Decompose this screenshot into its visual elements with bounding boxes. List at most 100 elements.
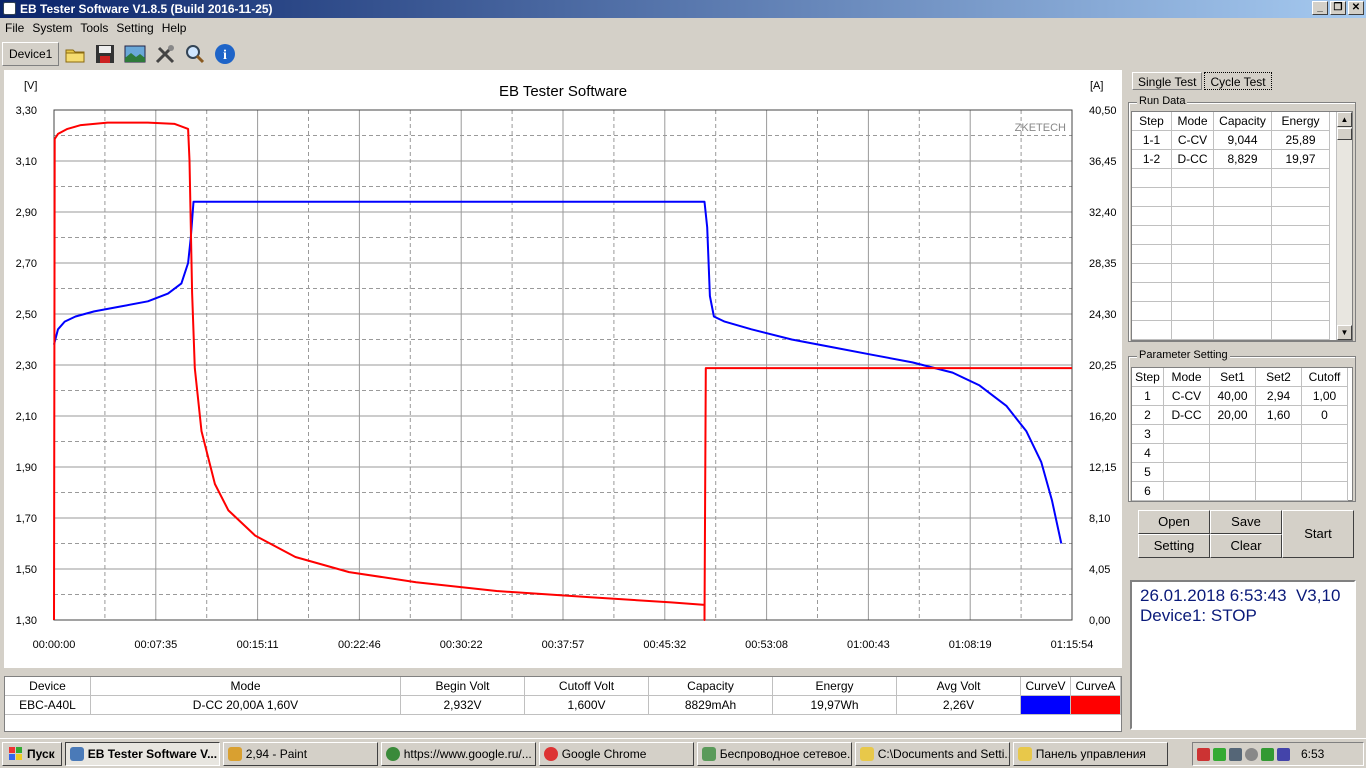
zoom-button[interactable] bbox=[181, 41, 209, 67]
parameter-cell[interactable] bbox=[1256, 444, 1302, 463]
parameter-cell[interactable] bbox=[1302, 463, 1348, 482]
parameter-row[interactable]: 4 bbox=[1132, 444, 1352, 463]
parameter-row[interactable]: 3 bbox=[1132, 425, 1352, 444]
task-chrome-google[interactable]: https://www.google.ru/... bbox=[380, 741, 536, 766]
close-button[interactable]: ✕ bbox=[1348, 1, 1364, 15]
run-data-row[interactable] bbox=[1132, 207, 1352, 226]
start-button[interactable]: Start bbox=[1282, 510, 1354, 558]
parameter-cell[interactable] bbox=[1256, 425, 1302, 444]
setting-button[interactable]: Setting bbox=[1138, 534, 1210, 558]
parameter-cell[interactable] bbox=[1210, 482, 1256, 501]
download-icon[interactable] bbox=[1213, 747, 1226, 761]
about-button[interactable]: i bbox=[211, 41, 239, 67]
run-data-row[interactable] bbox=[1132, 245, 1352, 264]
clear-button[interactable]: Clear bbox=[1210, 534, 1282, 558]
network-icon[interactable] bbox=[1197, 747, 1210, 761]
parameter-cell[interactable]: 5 bbox=[1132, 463, 1164, 482]
parameter-cell[interactable]: 2,94 bbox=[1256, 387, 1302, 406]
task-paint[interactable]: 2,94 - Paint bbox=[222, 741, 378, 766]
column-header: Step bbox=[1132, 112, 1172, 131]
parameter-cell[interactable] bbox=[1256, 463, 1302, 482]
parameter-cell[interactable] bbox=[1302, 444, 1348, 463]
run-data-cell bbox=[1132, 264, 1172, 283]
run-data-cell bbox=[1272, 226, 1330, 245]
parameter-cell[interactable]: 1 bbox=[1132, 387, 1164, 406]
tools-button[interactable] bbox=[151, 41, 179, 67]
minimize-button[interactable]: _ bbox=[1312, 1, 1328, 15]
menu-tools[interactable]: Tools bbox=[79, 18, 115, 38]
menu-file[interactable]: File bbox=[4, 18, 31, 38]
restore-button[interactable]: ❐ bbox=[1330, 1, 1346, 15]
battery-icon[interactable] bbox=[1277, 747, 1290, 761]
parameter-cell[interactable] bbox=[1256, 482, 1302, 501]
parameter-cell[interactable] bbox=[1164, 444, 1210, 463]
run-data-row[interactable]: 1-1 C-CV 9,044 25,89 bbox=[1132, 131, 1352, 150]
run-data-cell: 8,829 bbox=[1214, 150, 1272, 169]
task-wireless[interactable]: Беспроводное сетевое... bbox=[696, 741, 852, 766]
device-tab[interactable]: Device1 bbox=[2, 42, 60, 66]
parameter-row[interactable]: 1 C-CV 40,00 2,94 1,00 bbox=[1132, 387, 1352, 406]
start-button-taskbar[interactable]: Пуск bbox=[2, 741, 62, 766]
parameter-cell[interactable] bbox=[1302, 482, 1348, 501]
curve-color-swatch[interactable] bbox=[1021, 696, 1071, 714]
run-data-row[interactable] bbox=[1132, 264, 1352, 283]
run-data-row[interactable]: 1-2 D-CC 8,829 19,97 bbox=[1132, 150, 1352, 169]
tab-single-test[interactable]: Single Test bbox=[1132, 72, 1203, 90]
curve-color-swatch[interactable] bbox=[1071, 696, 1121, 714]
task-eb-tester[interactable]: EB Tester Software V... bbox=[64, 741, 220, 766]
scroll-thumb[interactable] bbox=[1337, 128, 1352, 140]
parameter-cell[interactable] bbox=[1210, 444, 1256, 463]
parameter-cell[interactable] bbox=[1210, 425, 1256, 444]
menu-setting[interactable]: Setting bbox=[115, 18, 160, 38]
column-header: Begin Volt bbox=[401, 677, 525, 695]
parameter-cell[interactable]: 1,00 bbox=[1302, 387, 1348, 406]
menu-system[interactable]: System bbox=[31, 18, 79, 38]
open-button[interactable]: Open bbox=[1138, 510, 1210, 534]
lan-icon[interactable] bbox=[1229, 747, 1242, 761]
run-data-cell: 25,89 bbox=[1272, 131, 1330, 150]
parameter-cell[interactable]: 1,60 bbox=[1256, 406, 1302, 425]
parameter-cell[interactable]: 40,00 bbox=[1210, 387, 1256, 406]
run-data-scrollbar[interactable]: ▲ ▼ bbox=[1336, 112, 1352, 340]
scroll-up-button[interactable]: ▲ bbox=[1337, 112, 1352, 127]
run-data-header-row: Step Mode Capacity Energy bbox=[1132, 112, 1352, 131]
parameter-cell[interactable] bbox=[1164, 482, 1210, 501]
run-data-row[interactable] bbox=[1132, 321, 1352, 340]
parameter-cell[interactable] bbox=[1164, 425, 1210, 444]
taskbar: Пуск EB Tester Software V... 2,94 - Pain… bbox=[0, 738, 1366, 768]
parameter-cell[interactable]: 4 bbox=[1132, 444, 1164, 463]
parameter-cell[interactable]: 20,00 bbox=[1210, 406, 1256, 425]
parameter-cell[interactable]: 0 bbox=[1302, 406, 1348, 425]
parameter-cell[interactable]: C-CV bbox=[1164, 387, 1210, 406]
run-data-row[interactable] bbox=[1132, 188, 1352, 207]
menu-help[interactable]: Help bbox=[161, 18, 194, 38]
scroll-down-button[interactable]: ▼ bbox=[1337, 325, 1352, 340]
y-right-tick-label: 40,50 bbox=[1089, 105, 1117, 117]
task-control-panel[interactable]: Панель управления bbox=[1012, 741, 1168, 766]
task-explorer[interactable]: C:\Documents and Setti... bbox=[854, 741, 1010, 766]
parameter-cell[interactable] bbox=[1302, 425, 1348, 444]
parameter-cell[interactable] bbox=[1164, 463, 1210, 482]
x-tick-label: 01:15:54 bbox=[1051, 639, 1094, 651]
parameter-row[interactable]: 6 bbox=[1132, 482, 1352, 501]
save-disk-button[interactable] bbox=[91, 41, 119, 67]
parameter-row[interactable]: 5 bbox=[1132, 463, 1352, 482]
parameter-cell[interactable]: 6 bbox=[1132, 482, 1164, 501]
settings-icon[interactable] bbox=[1245, 747, 1258, 761]
picture-button[interactable] bbox=[121, 41, 149, 67]
parameter-cell[interactable]: 2 bbox=[1132, 406, 1164, 425]
run-data-cell bbox=[1132, 169, 1172, 188]
parameter-cell[interactable]: 3 bbox=[1132, 425, 1164, 444]
run-data-row[interactable] bbox=[1132, 283, 1352, 302]
parameter-cell[interactable]: D-CC bbox=[1164, 406, 1210, 425]
open-folder-button[interactable] bbox=[61, 41, 89, 67]
run-data-row[interactable] bbox=[1132, 302, 1352, 321]
run-data-row[interactable] bbox=[1132, 169, 1352, 188]
parameter-cell[interactable] bbox=[1210, 463, 1256, 482]
sync-icon[interactable] bbox=[1261, 747, 1274, 761]
task-chrome[interactable]: Google Chrome bbox=[538, 741, 694, 766]
tab-cycle-test[interactable]: Cycle Test bbox=[1204, 72, 1272, 90]
run-data-row[interactable] bbox=[1132, 226, 1352, 245]
parameter-row[interactable]: 2 D-CC 20,00 1,60 0 bbox=[1132, 406, 1352, 425]
save-button[interactable]: Save bbox=[1210, 510, 1282, 534]
